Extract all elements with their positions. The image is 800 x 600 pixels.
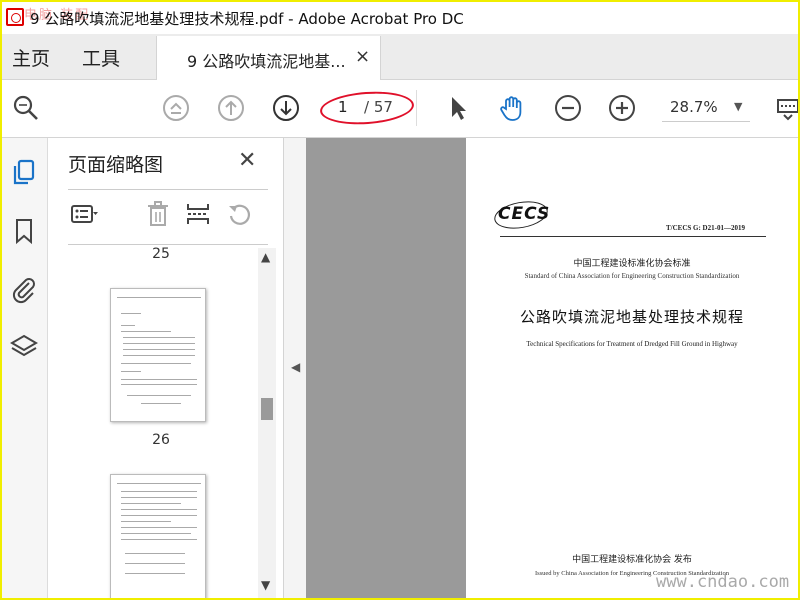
chevron-down-icon: ▼ (734, 100, 743, 113)
acrobat-logo-icon (6, 8, 24, 26)
cecs-logo: CECS (498, 204, 551, 224)
menu-home[interactable]: 主页 (12, 44, 50, 71)
tab-bar: 主页 工具 9 公路吹填流泥地基... × (2, 34, 798, 80)
collapse-left-icon[interactable]: ◀ (291, 360, 300, 374)
search-zoom-icon[interactable] (12, 94, 40, 122)
toolbar-divider (416, 90, 417, 126)
document-tab[interactable]: 9 公路吹填流泥地基... × (156, 36, 381, 80)
app-window: 电脑 装配 9 公路吹填流泥地基处理技术规程.pdf - Adobe Acrob… (2, 2, 798, 598)
close-tab-icon[interactable]: × (355, 46, 370, 67)
panel-collapse-handle[interactable]: ◀ (284, 138, 306, 598)
panel-divider (68, 189, 268, 190)
menu-tools[interactable]: 工具 (82, 44, 120, 71)
left-navigation-rail (2, 138, 48, 598)
layers-icon[interactable] (9, 332, 39, 362)
document-title-en: Technical Specifications for Treatment o… (526, 340, 738, 348)
document-background (306, 138, 466, 598)
org-name-en: Standard of China Association for Engine… (524, 272, 740, 280)
header-rule (500, 236, 766, 237)
attachment-icon[interactable] (9, 274, 39, 304)
trash-icon[interactable] (144, 200, 172, 228)
thumbnail-list: 25 26 (68, 246, 254, 598)
publisher-cn: 中国工程建设标准化协会 发布 (572, 555, 692, 565)
close-panel-icon[interactable]: ✕ (238, 148, 256, 173)
rotate-icon[interactable] (226, 200, 254, 228)
zoom-value: 28.7% (670, 98, 718, 116)
document-title-cn: 公路吹填流泥地基处理技术规程 (519, 308, 744, 326)
first-page-icon[interactable] (162, 94, 190, 122)
page-thumbnails-icon[interactable] (9, 158, 39, 188)
bookmark-icon[interactable] (9, 216, 39, 246)
scrollbar-thumb[interactable] (261, 398, 273, 420)
org-name-cn: 中国工程建设标准化协会标准 (573, 259, 691, 269)
page-thumbnail[interactable] (110, 474, 206, 598)
scroll-up-icon[interactable]: ▲ (261, 250, 270, 264)
hand-tool-icon[interactable] (498, 94, 526, 122)
page-navigator[interactable]: 1 / 57 (318, 88, 418, 128)
insert-page-icon[interactable] (184, 200, 212, 228)
select-cursor-icon[interactable] (444, 94, 472, 122)
zoom-select[interactable]: 28.7% ▼ (662, 96, 750, 122)
more-tools-icon[interactable] (772, 94, 798, 122)
document-tab-label: 9 公路吹填流泥地基... (187, 52, 346, 71)
panel-divider-2 (68, 244, 268, 245)
next-page-icon[interactable] (272, 94, 300, 122)
zoom-in-icon[interactable] (608, 94, 636, 122)
window-title: 9 公路吹填流泥地基处理技术规程.pdf - Adobe Acrobat Pro… (30, 10, 464, 28)
thumbnail-page-label: 25 (152, 246, 170, 262)
thumbnail-page-label: 26 (152, 432, 170, 448)
thumbnail-panel: 页面缩略图 ✕ 25 26 ▲ ▼ (48, 138, 284, 598)
thumbnail-scrollbar[interactable]: ▲ ▼ (258, 248, 276, 598)
panel-title: 页面缩略图 (68, 154, 164, 176)
standard-code: T/CECS G: D21-01—2019 (666, 224, 745, 232)
toolbar: 1 / 57 28.7% ▼ (2, 80, 798, 138)
red-annotation-oval (318, 88, 416, 128)
panel-toolbar (68, 196, 268, 236)
zoom-out-icon[interactable] (554, 94, 582, 122)
page-thumbnail[interactable] (110, 288, 206, 422)
previous-page-icon[interactable] (217, 94, 245, 122)
watermark-bottom-right: www.cndao.com (656, 572, 790, 592)
title-bar: 电脑 装配 9 公路吹填流泥地基处理技术规程.pdf - Adobe Acrob… (2, 2, 798, 34)
options-menu-icon[interactable] (70, 200, 98, 228)
scroll-down-icon[interactable]: ▼ (261, 578, 270, 592)
document-page[interactable]: CECS T/CECS G: D21-01—2019 中国工程建设标准化协会标准… (466, 138, 798, 598)
